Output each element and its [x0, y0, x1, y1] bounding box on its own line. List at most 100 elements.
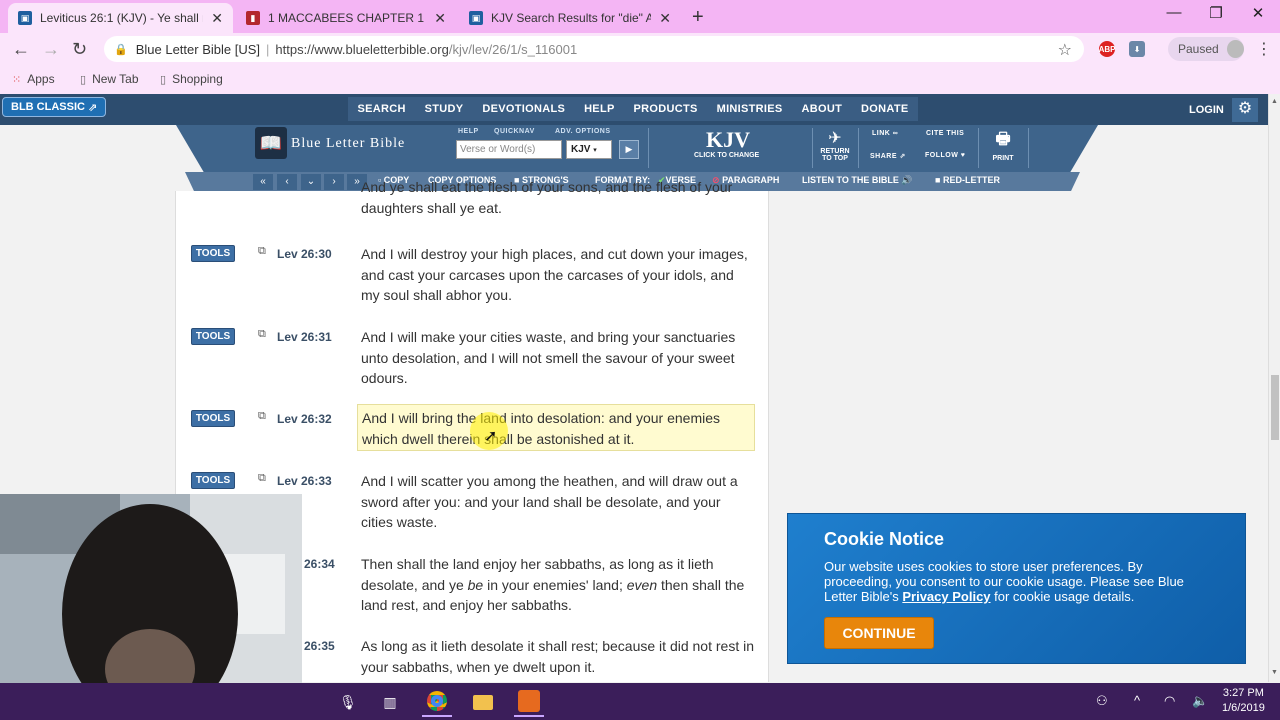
- verse-reference[interactable]: Lev 26:33: [277, 474, 332, 488]
- bookmark-apps[interactable]: ⁙ Apps: [12, 72, 55, 86]
- verse-text-highlighted[interactable]: And I will bring the land into desolatio…: [357, 404, 755, 451]
- cookie-title: Cookie Notice: [824, 529, 945, 549]
- version-select[interactable]: KJV ▾: [566, 140, 612, 159]
- adblock-extension-icon[interactable]: ABP: [1099, 41, 1115, 57]
- verse-text[interactable]: And I will make your cities waste, and b…: [361, 327, 756, 389]
- task-view-icon[interactable]: ▥: [375, 687, 405, 717]
- verse-text[interactable]: And ye shall eat the flesh of your sons,…: [361, 177, 756, 218]
- verse-text[interactable]: And I will scatter you among the heathen…: [361, 471, 756, 533]
- blb-favicon-icon: ▣: [18, 11, 32, 25]
- verse-reference[interactable]: 26:35: [304, 639, 335, 653]
- tools-button[interactable]: TOOLS: [191, 472, 235, 489]
- profile-button[interactable]: Paused: [1168, 37, 1244, 61]
- prev-chapter-icon[interactable]: ‹: [277, 174, 297, 190]
- quicknav-label[interactable]: QUICKNAV: [494, 128, 535, 135]
- nav-devotionals[interactable]: DEVOTIONALS: [482, 103, 565, 115]
- recorder-app-icon[interactable]: [514, 687, 544, 717]
- back-arrow-icon[interactable]: ←: [12, 39, 30, 60]
- close-tab-icon[interactable]: ✕: [434, 10, 446, 27]
- forward-arrow-icon[interactable]: →: [42, 39, 60, 60]
- privacy-policy-link[interactable]: Privacy Policy: [902, 589, 990, 604]
- bookmark-shopping[interactable]: ▯ Shopping: [160, 72, 223, 86]
- login-link[interactable]: LOGIN: [1189, 104, 1224, 116]
- bookmark-star-icon[interactable]: ☆: [1058, 40, 1072, 60]
- copy-verse-icon[interactable]: ⧉: [258, 245, 266, 258]
- settings-gear-icon[interactable]: ⚙: [1232, 98, 1258, 122]
- system-clock[interactable]: 3:27 PM 1/6/2019: [1222, 686, 1265, 716]
- verse-text[interactable]: And I will destroy your high places, and…: [361, 244, 756, 306]
- verse-text[interactable]: Then shall the land enjoy her sabbaths, …: [361, 554, 756, 616]
- site-logo-text[interactable]: Blue Letter Bible: [291, 136, 405, 152]
- page-scrollbar[interactable]: ▲ ▼: [1268, 94, 1280, 682]
- people-icon[interactable]: ⚇: [1096, 693, 1108, 709]
- follow-button[interactable]: FOLLOW ♥: [925, 152, 965, 159]
- blb-logo-icon[interactable]: 📖: [255, 127, 287, 159]
- new-tab-button[interactable]: +: [692, 6, 704, 29]
- cite-this-button[interactable]: CITE THIS: [926, 130, 964, 137]
- scroll-thumb[interactable]: [1271, 375, 1279, 440]
- scroll-down-icon[interactable]: ▼: [1271, 669, 1278, 676]
- bookmark-label: Shopping: [172, 72, 223, 86]
- menu-kebab-icon[interactable]: ⋮: [1256, 39, 1272, 59]
- close-window-button[interactable]: ✕: [1238, 4, 1278, 22]
- copy-verse-icon[interactable]: ⧉: [258, 328, 266, 341]
- copy-verse-icon[interactable]: ⧉: [258, 472, 266, 485]
- nav-study[interactable]: STUDY: [425, 103, 464, 115]
- nav-about[interactable]: ABOUT: [802, 103, 843, 115]
- tools-button[interactable]: TOOLS: [191, 328, 235, 345]
- close-tab-icon[interactable]: ✕: [211, 10, 223, 27]
- blb-classic-button[interactable]: BLB CLASSIC ⇗: [2, 97, 107, 117]
- adv-options-label[interactable]: ADV. OPTIONS: [555, 128, 611, 135]
- verse-text[interactable]: As long as it lieth desolate it shall re…: [361, 636, 756, 677]
- scroll-up-icon[interactable]: ▲: [1271, 98, 1278, 105]
- bookmark-label: Apps: [27, 72, 55, 86]
- nav-donate[interactable]: DONATE: [861, 103, 908, 115]
- chapter-down-icon[interactable]: ⌄: [301, 174, 321, 190]
- microphone-icon[interactable]: 🎙: [333, 687, 363, 717]
- tab-leviticus[interactable]: ▣ Leviticus 26:1 (KJV) - Ye shall mak ✕: [8, 3, 233, 33]
- address-bar[interactable]: 🔒 Blue Letter Bible [US] | https://www.b…: [104, 36, 1084, 62]
- tab-maccabees[interactable]: ▮ 1 MACCABEES CHAPTER 1 KJV ✕: [236, 3, 456, 33]
- bookmark-new-tab[interactable]: ▯ New Tab: [80, 72, 139, 86]
- tools-button[interactable]: TOOLS: [191, 245, 235, 262]
- verse-reference[interactable]: Lev 26:32: [277, 412, 332, 426]
- verse-reference[interactable]: 26:34: [304, 557, 335, 571]
- print-button[interactable]: 🖶 PRINT: [988, 128, 1018, 162]
- follow-label: FOLLOW: [925, 152, 959, 159]
- volume-icon[interactable]: 🔈: [1192, 693, 1208, 709]
- verse-reference[interactable]: Lev 26:30: [277, 247, 332, 261]
- nav-products[interactable]: PRODUCTS: [634, 103, 698, 115]
- share-button[interactable]: SHARE ⇗: [870, 152, 906, 160]
- version-display[interactable]: KJV: [706, 127, 750, 153]
- verse-reference[interactable]: Lev 26:31: [277, 330, 332, 344]
- nav-search[interactable]: SEARCH: [357, 103, 405, 115]
- reload-icon[interactable]: ↻: [72, 39, 87, 60]
- copy-verse-icon[interactable]: ⧉: [258, 410, 266, 423]
- file-explorer-icon[interactable]: [468, 687, 498, 717]
- return-to-top-button[interactable]: ✈ RETURN TO TOP: [818, 128, 852, 162]
- download-extension-icon[interactable]: ⬇: [1129, 41, 1145, 57]
- red-letter-toggle[interactable]: ■ RED-LETTER: [935, 175, 1000, 185]
- nav-help[interactable]: HELP: [584, 103, 615, 115]
- chrome-icon[interactable]: [422, 687, 452, 717]
- nav-ministries[interactable]: MINISTRIES: [717, 103, 783, 115]
- link-button[interactable]: LINK ∞: [872, 130, 898, 137]
- blb-favicon-icon: ▣: [469, 11, 483, 25]
- search-go-button[interactable]: ▶: [619, 140, 639, 159]
- verse-search-input[interactable]: Verse or Word(s): [456, 140, 562, 159]
- tab-search-results[interactable]: ▣ KJV Search Results for "die" AND ✕: [459, 3, 681, 33]
- avatar-icon: [1226, 40, 1244, 58]
- tools-button[interactable]: TOOLS: [191, 410, 235, 427]
- cookie-continue-button[interactable]: CONTINUE: [824, 617, 934, 649]
- first-chapter-icon[interactable]: «: [253, 174, 273, 190]
- separator: |: [266, 41, 270, 57]
- next-chapter-icon[interactable]: ›: [324, 174, 344, 190]
- close-tab-icon[interactable]: ✕: [659, 10, 671, 27]
- minimize-button[interactable]: —: [1154, 4, 1194, 21]
- version-change-label[interactable]: CLICK TO CHANGE: [694, 152, 759, 159]
- listen-button[interactable]: LISTEN TO THE BIBLE 🔊: [802, 175, 913, 186]
- help-label[interactable]: HELP: [458, 128, 479, 135]
- tray-expand-icon[interactable]: ^: [1134, 693, 1140, 708]
- wifi-icon[interactable]: ◠: [1164, 693, 1175, 709]
- restore-button[interactable]: ❐: [1196, 4, 1236, 22]
